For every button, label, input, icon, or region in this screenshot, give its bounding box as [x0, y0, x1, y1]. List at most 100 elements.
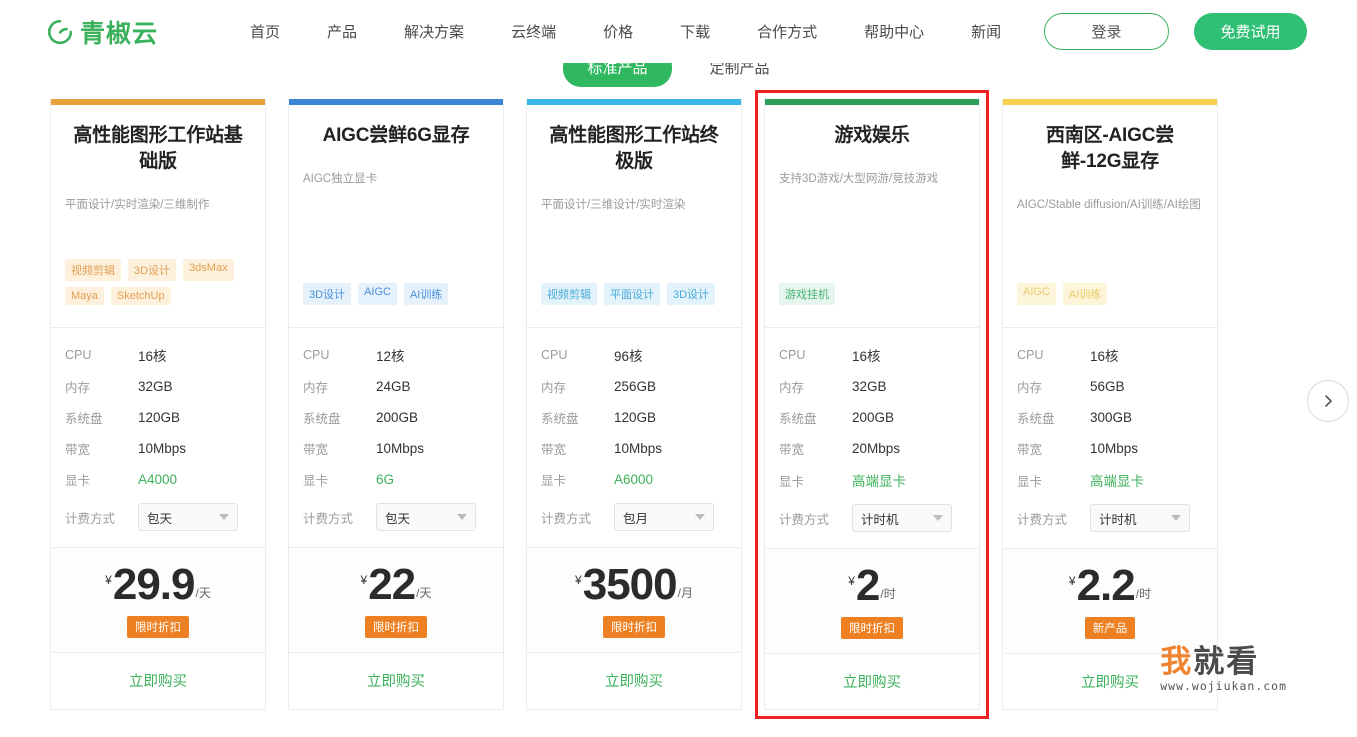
currency-symbol: ¥ [360, 573, 368, 587]
card-header: 西南区-AIGC尝鲜-12G显存 AIGC/Stable diffusion/A… [1003, 105, 1217, 327]
nav-item-news[interactable]: 新闻 [971, 21, 1001, 42]
nav-item-products[interactable]: 产品 [327, 21, 357, 42]
card-header: AIGC尝鲜6G显存 AIGC独立显卡 3D设计 AIGC AI训练 [289, 105, 503, 327]
price-unit: /时 [880, 586, 896, 601]
billing-mode-select[interactable]: 包天 [138, 503, 238, 531]
spec-value-disk: 200GB [852, 410, 895, 425]
card-tag-list: 游戏挂机 [779, 283, 965, 305]
billing-mode-value: 包天 [147, 511, 173, 526]
card-tag-list: 视频剪辑 平面设计 3D设计 [541, 283, 727, 305]
spec-value-gpu: A6000 [614, 472, 654, 487]
card-subtitle: 平面设计/三维设计/实时渲染 [541, 199, 686, 212]
card-price-block: ¥ 3500 /月 限时折扣 [527, 547, 741, 652]
pricing-card[interactable]: 高性能图形工作站终极版 平面设计/三维设计/实时渲染 视频剪辑 平面设计 3D设计 … [526, 99, 742, 710]
spec-value-memory: 56GB [1090, 379, 1125, 394]
spec-row-bandwidth: 带宽 10Mbps [1017, 439, 1203, 458]
spec-label-billing: 计费方式 [779, 512, 830, 527]
nav-item-home[interactable]: 首页 [250, 21, 280, 42]
card-spec-table: CPU 16核 内存 32GB 系统盘 200GB 带宽 20Mbps 显卡 高… [765, 327, 979, 548]
nav-item-solutions[interactable]: 解决方案 [404, 21, 464, 42]
spec-value-disk: 120GB [138, 410, 181, 425]
spec-value-disk: 120GB [614, 410, 657, 425]
spec-row-cpu: CPU 16核 [779, 345, 965, 365]
buy-now-button[interactable]: 立即购买 [1003, 652, 1217, 709]
spec-label-cpu: CPU [303, 348, 330, 362]
spec-row-cpu: CPU 96核 [541, 345, 727, 365]
spec-value-memory: 24GB [376, 379, 411, 394]
card-spec-table: CPU 16核 内存 32GB 系统盘 120GB 带宽 10Mbps 显卡 A… [51, 327, 265, 547]
nav-item-help-center[interactable]: 帮助中心 [864, 21, 924, 42]
currency-symbol: ¥ [105, 573, 112, 587]
spec-row-memory: 内存 24GB [303, 377, 489, 396]
spec-value-gpu: 高端显卡 [1090, 474, 1144, 489]
price-amount: 22 [368, 560, 416, 609]
price-amount: 3500 [582, 560, 678, 609]
billing-mode-select[interactable]: 包天 [376, 503, 476, 531]
spec-value-gpu: A4000 [138, 472, 178, 487]
card-tag: 平面设计 [604, 283, 660, 305]
card-spec-table: CPU 12核 内存 24GB 系统盘 200GB 带宽 10Mbps 显卡 6… [289, 327, 503, 547]
card-title: 西南区-AIGC尝鲜-12G显存 [1045, 125, 1175, 173]
card-tag: AIGC [1017, 283, 1056, 305]
card-title: 游戏娱乐 [834, 125, 910, 146]
price-badge: 新产品 [1084, 616, 1136, 639]
spec-label-gpu: 显卡 [1017, 474, 1043, 489]
main-nav: 首页 产品 解决方案 云终端 价格 下载 合作方式 帮助中心 新闻 [250, 21, 1001, 42]
billing-mode-value: 计时机 [1099, 512, 1137, 527]
spec-value-bandwidth: 10Mbps [138, 441, 187, 456]
carousel-next-button[interactable] [1307, 380, 1349, 422]
spec-row-disk: 系统盘 300GB [1017, 408, 1203, 427]
price-unit: /天 [195, 585, 211, 600]
spec-row-memory: 内存 32GB [65, 377, 251, 396]
pricing-card[interactable]: 游戏娱乐 支持3D游戏/大型网游/竞技游戏 游戏挂机 CPU 16核 内存 32… [755, 90, 989, 719]
pricing-card[interactable]: 西南区-AIGC尝鲜-12G显存 AIGC/Stable diffusion/A… [1002, 99, 1218, 710]
nav-item-cloud-terminal[interactable]: 云终端 [511, 21, 556, 42]
spec-label-cpu: CPU [541, 348, 568, 362]
pricing-card[interactable]: AIGC尝鲜6G显存 AIGC独立显卡 3D设计 AIGC AI训练 CPU 12核… [288, 99, 504, 710]
spec-label-bandwidth: 带宽 [1017, 443, 1043, 457]
card-header: 游戏娱乐 支持3D游戏/大型网游/竞技游戏 游戏挂机 [765, 105, 979, 327]
card-tag: AI训练 [403, 283, 449, 305]
price-unit: /时 [1135, 586, 1152, 601]
card-subtitle: 平面设计/实时渲染/三维制作 [65, 199, 210, 212]
pricing-carousel: 高性能图形工作站基础版 平面设计/实时渲染/三维制作 视频剪辑 3D设计 3dsMa… [0, 90, 1357, 719]
pricing-card[interactable]: 高性能图形工作站基础版 平面设计/实时渲染/三维制作 视频剪辑 3D设计 3dsMa… [50, 99, 266, 710]
buy-now-button[interactable]: 立即购买 [289, 651, 503, 708]
card-tag: 3dsMax [183, 259, 234, 281]
price-unit: /月 [677, 585, 693, 600]
nav-item-pricing[interactable]: 价格 [603, 21, 633, 42]
price-unit: /天 [416, 585, 432, 600]
buy-now-button[interactable]: 立即购买 [51, 651, 265, 708]
card-tag: 3D设计 [128, 259, 177, 281]
spec-label-bandwidth: 带宽 [303, 443, 329, 457]
spec-row-memory: 内存 256GB [541, 377, 727, 396]
price-amount: 29.9 [112, 560, 196, 609]
card-subtitle: 支持3D游戏/大型网游/竞技游戏 [779, 173, 939, 186]
spec-row-billing: 计费方式 包天 [303, 503, 489, 531]
spec-value-bandwidth: 10Mbps [376, 441, 425, 456]
card-title: AIGC尝鲜6G显存 [322, 125, 470, 146]
free-trial-button[interactable]: 免费试用 [1194, 13, 1307, 50]
buy-now-button[interactable]: 立即购买 [765, 652, 979, 709]
spec-row-cpu: CPU 16核 [65, 345, 251, 365]
card-price-block: ¥ 2 /时 限时折扣 [765, 548, 979, 653]
spec-label-billing: 计费方式 [65, 511, 116, 526]
card-tag: AIGC [358, 283, 397, 305]
nav-item-partnership[interactable]: 合作方式 [757, 21, 817, 42]
billing-mode-select[interactable]: 计时机 [1090, 504, 1190, 532]
spec-row-gpu: 显卡 A4000 [65, 470, 251, 489]
brand-logo[interactable]: 青椒云 [47, 14, 158, 50]
spec-label-memory: 内存 [541, 381, 567, 395]
spec-label-gpu: 显卡 [65, 474, 91, 488]
currency-symbol: ¥ [1068, 574, 1076, 588]
nav-item-download[interactable]: 下载 [680, 21, 710, 42]
card-tag-list: 3D设计 AIGC AI训练 [303, 283, 489, 305]
billing-mode-select[interactable]: 计时机 [852, 504, 952, 532]
card-header: 高性能图形工作站终极版 平面设计/三维设计/实时渲染 视频剪辑 平面设计 3D设计 [527, 105, 741, 327]
login-button[interactable]: 登录 [1044, 13, 1169, 50]
billing-mode-select[interactable]: 包月 [614, 503, 714, 531]
header-actions: 登录 免费试用 [1044, 13, 1307, 50]
chevron-down-icon [933, 515, 943, 521]
buy-now-button[interactable]: 立即购买 [527, 651, 741, 708]
price-line: ¥ 29.9 /天 [61, 560, 255, 609]
